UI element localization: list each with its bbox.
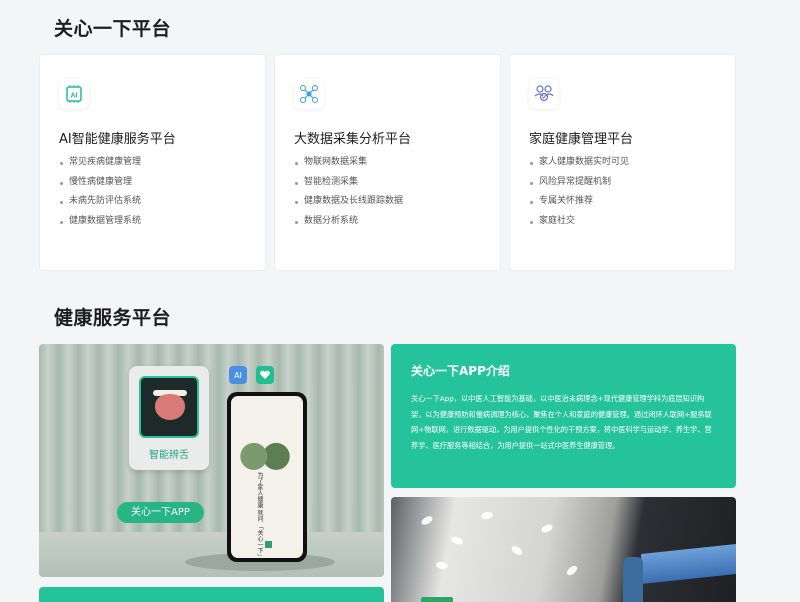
intro-body: 关心一下App，以中医人工智能为基础，以中医治未病理念+现代健康管理学科为底层知… (411, 394, 712, 450)
platform-section-title: 关心一下平台 (54, 18, 172, 40)
leaf-decor (435, 561, 449, 570)
phone-mockup: 为了家人健康 就问 「关心一下」 (227, 392, 307, 562)
family-icon (529, 79, 559, 109)
green-sign (421, 597, 453, 602)
leaf-decor (450, 535, 464, 546)
feature-list: 常见疾病健康管理 慢性病健康管理 未病先防评估系统 健康数据管理系统 (59, 153, 141, 231)
app-name-pill: 关心一下APP (117, 502, 204, 523)
next-card-edge (39, 587, 384, 602)
ai-badge-icon: AI (229, 366, 247, 384)
card-title: AI智能健康服务平台 (59, 132, 176, 147)
feature-list: 家人健康数据实时可见 风险异常提醒机制 专属关怀推荐 家庭社交 (529, 153, 629, 231)
health-service-section-title: 健康服务平台 (54, 307, 172, 329)
ai-chip-icon: AI (59, 79, 89, 109)
card-title: 家庭健康管理平台 (529, 132, 634, 147)
list-item: 专属关怀推荐 (529, 192, 629, 212)
list-item: 家庭社交 (529, 212, 629, 232)
tongue-scan-icon (139, 376, 199, 438)
intro-title: 关心一下APP介绍 (411, 364, 510, 378)
list-item: 常见疾病健康管理 (59, 153, 141, 173)
landscape-illustration (237, 436, 293, 470)
card-big-data[interactable]: 大数据采集分析平台 物联网数据采集 智能检测采集 健康数据及长线跟踪数据 数据分… (274, 54, 501, 271)
leaf-decor (420, 514, 434, 527)
list-item: 健康数据管理系统 (59, 212, 141, 232)
network-nodes-icon (294, 79, 324, 109)
heart-monitor-icon (256, 366, 274, 384)
list-item: 风险异常提醒机制 (529, 173, 629, 193)
list-item: 家人健康数据实时可见 (529, 153, 629, 173)
tongue-shape (155, 394, 185, 420)
list-item: 智能检测采集 (294, 173, 403, 193)
leaf-decor (480, 511, 494, 520)
list-item: 物联网数据采集 (294, 153, 403, 173)
app-promo-image: 为了家人健康 就问 「关心一下」 智能辨舌 AI 关心一下APP (39, 344, 384, 577)
phone-screen: 为了家人健康 就问 「关心一下」 (231, 396, 303, 558)
list-item: 数据分析系统 (294, 212, 403, 232)
leaf-decor (510, 544, 524, 557)
card-family-health[interactable]: 家庭健康管理平台 家人健康数据实时可见 风险异常提醒机制 专属关怀推荐 家庭社交 (509, 54, 736, 271)
app-logo-icon (265, 541, 272, 548)
tongue-diagnosis-label: 智能辨舌 (149, 450, 189, 461)
card-ai-health[interactable]: AI AI智能健康服务平台 常见疾病健康管理 慢性病健康管理 未病先防评估系统 … (39, 54, 266, 271)
card-title: 大数据采集分析平台 (294, 132, 412, 147)
feature-list: 物联网数据采集 智能检测采集 健康数据及长线跟踪数据 数据分析系统 (294, 153, 403, 231)
tongue-diagnosis-card: 智能辨舌 (129, 366, 209, 470)
ceiling-sky-decor (641, 544, 736, 584)
list-item: 未病先防评估系统 (59, 192, 141, 212)
list-item: 健康数据及长线跟踪数据 (294, 192, 403, 212)
phone-slogan: 为了家人健康 就问 「关心一下」 (256, 472, 263, 558)
clinic-interior-photo (391, 497, 736, 602)
leaf-decor (565, 563, 579, 578)
tree-pillar (623, 557, 643, 602)
leaf-decor (540, 522, 554, 535)
list-item: 慢性病健康管理 (59, 173, 141, 193)
app-intro-card: 关心一下APP介绍 关心一下App，以中医人工智能为基础，以中医治未病理念+现代… (391, 344, 736, 488)
svg-text:AI: AI (71, 93, 78, 100)
